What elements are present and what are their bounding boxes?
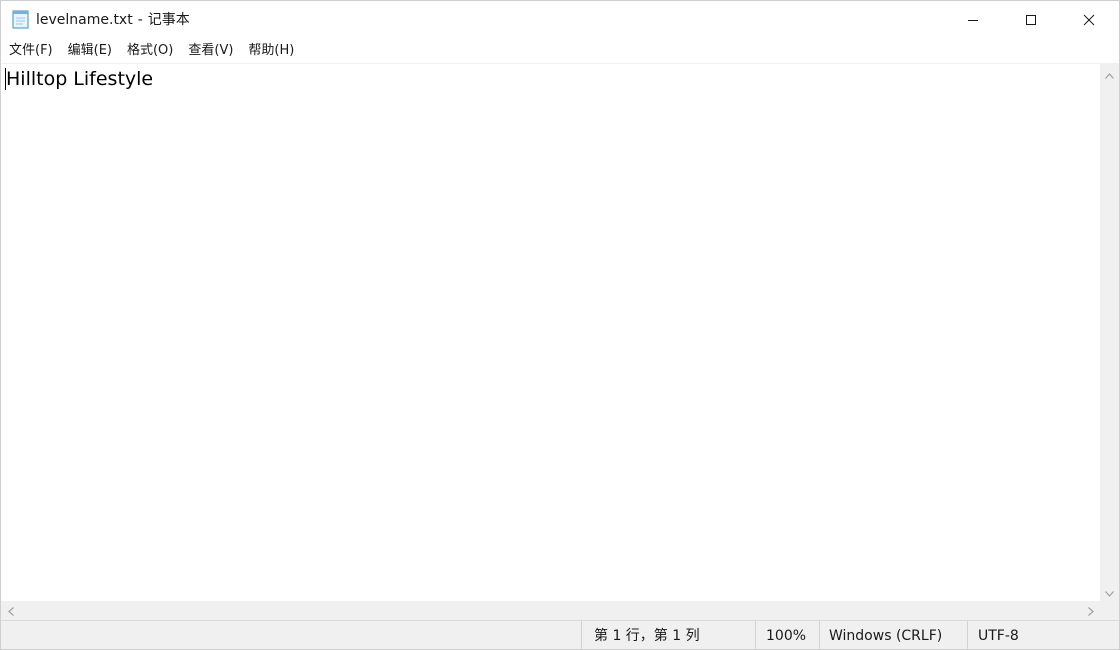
menu-edit[interactable]: 编辑(E) [60, 39, 119, 63]
status-zoom: 100% [755, 621, 819, 649]
editor-content[interactable]: Hilltop Lifestyle [6, 66, 153, 92]
menu-help[interactable]: 帮助(H) [240, 39, 301, 63]
scroll-down-button[interactable] [1100, 581, 1119, 601]
chevron-down-icon [1105, 582, 1114, 601]
menu-format[interactable]: 格式(O) [119, 39, 180, 63]
scroll-left-button[interactable] [1, 601, 20, 620]
status-encoding: UTF-8 [967, 621, 1119, 649]
maximize-button[interactable] [1002, 1, 1060, 39]
menu-file[interactable]: 文件(F) [1, 39, 60, 63]
menu-view[interactable]: 查看(V) [180, 39, 240, 63]
minimize-icon [967, 11, 979, 30]
horizontal-scrollbar[interactable] [1, 601, 1100, 620]
scroll-right-button[interactable] [1081, 601, 1100, 620]
close-button[interactable] [1060, 1, 1118, 39]
text-editor[interactable]: Hilltop Lifestyle [1, 63, 1100, 601]
chevron-left-icon [7, 601, 14, 620]
file-name: levelname.txt [36, 12, 133, 28]
title-bar[interactable]: levelname.txt - 记事本 [1, 1, 1119, 39]
scrollbar-corner [1100, 601, 1119, 620]
close-icon [1083, 11, 1095, 30]
menu-bar: 文件(F) 编辑(E) 格式(O) 查看(V) 帮助(H) [1, 39, 1119, 63]
status-line-ending: Windows (CRLF) [819, 621, 967, 649]
chevron-right-icon [1087, 601, 1094, 620]
app-name: 记事本 [147, 12, 190, 28]
notepad-icon[interactable] [12, 9, 30, 29]
minimize-button[interactable] [944, 1, 1002, 39]
chevron-up-icon [1105, 64, 1114, 83]
status-bar: 第 1 行，第 1 列 100% Windows (CRLF) UTF-8 [1, 620, 1119, 649]
title-separator: - [137, 12, 143, 28]
scroll-up-button[interactable] [1100, 63, 1119, 83]
status-cursor-position: 第 1 行，第 1 列 [581, 621, 755, 649]
maximize-icon [1025, 11, 1037, 30]
notepad-window: levelname.txt - 记事本 文件(F) 编辑(E) 格式(O) 查看(V… [0, 0, 1120, 650]
window-title: levelname.txt - 记事本 [36, 10, 190, 30]
vertical-scrollbar[interactable] [1100, 63, 1119, 601]
